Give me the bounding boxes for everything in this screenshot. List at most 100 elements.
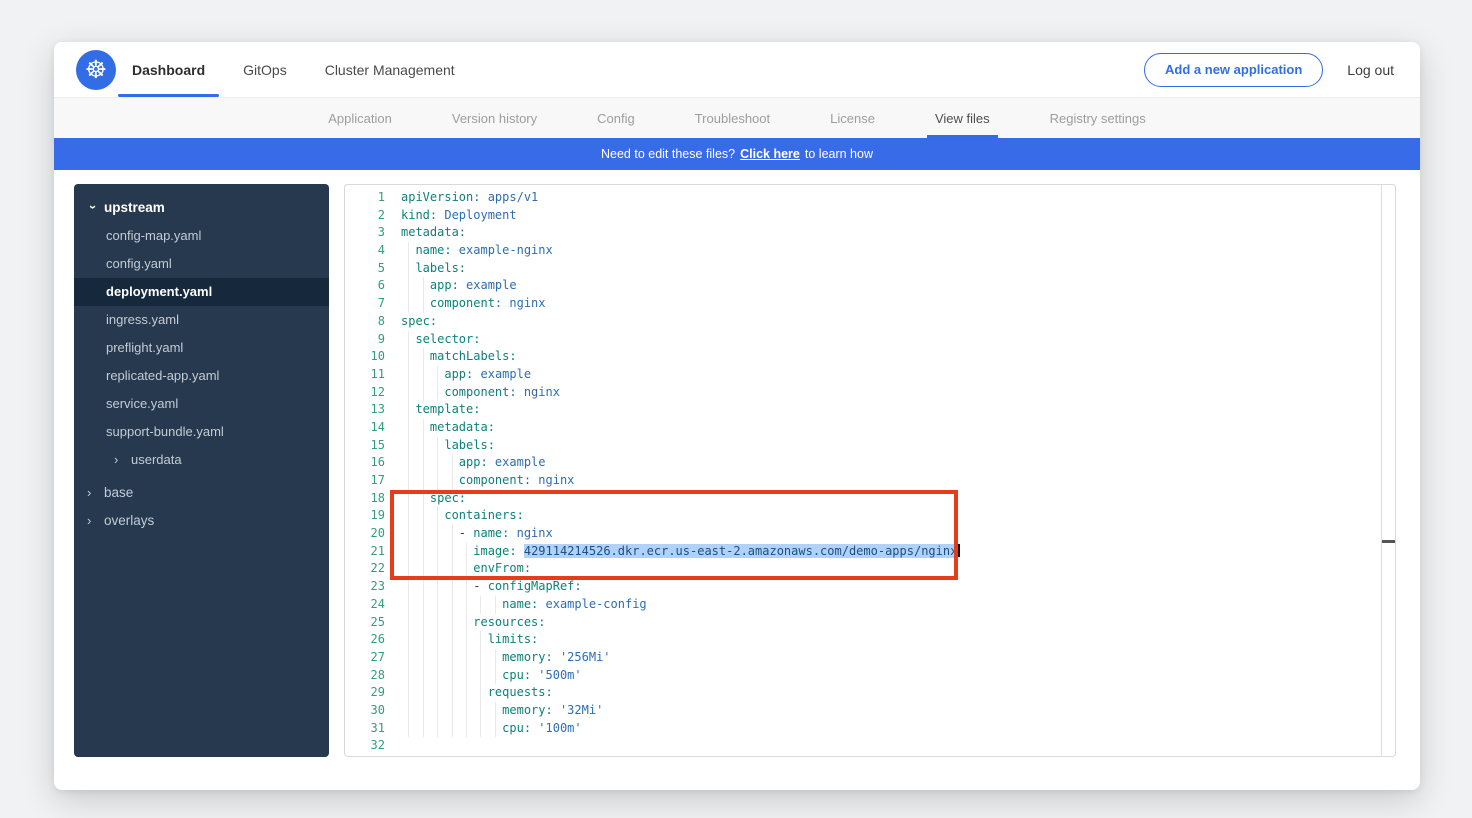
file-tree-item-deployment-yaml[interactable]: deployment.yaml	[74, 278, 329, 306]
add-application-button[interactable]: Add a new application	[1144, 53, 1323, 87]
indent-guide	[437, 366, 438, 384]
code-line[interactable]: 25 resources:	[345, 614, 1395, 632]
code-line[interactable]: 12 component: nginx	[345, 384, 1395, 402]
click-here-link[interactable]: Click here	[740, 147, 800, 161]
text-cursor	[958, 544, 960, 557]
tab-version-history[interactable]: Version history	[450, 98, 539, 138]
tab-license[interactable]: License	[828, 98, 877, 138]
code-line[interactable]: 30 memory: '32Mi'	[345, 702, 1395, 720]
code-line[interactable]: 14 metadata:	[345, 419, 1395, 437]
code-line[interactable]: 4 name: example-nginx	[345, 242, 1395, 260]
nav-item-gitops[interactable]: GitOps	[243, 42, 287, 97]
indent-guide	[466, 684, 467, 702]
code-line[interactable]: 23 - configMapRef:	[345, 578, 1395, 596]
indent-guide	[437, 384, 438, 402]
tab-registry-settings[interactable]: Registry settings	[1048, 98, 1148, 138]
code-line[interactable]: 9 selector:	[345, 331, 1395, 349]
indent-guide	[408, 560, 409, 578]
tab-view-files[interactable]: View files	[933, 98, 992, 138]
file-tree-item-label: support-bundle.yaml	[106, 424, 224, 439]
line-number: 20	[345, 525, 385, 543]
indent-guide	[408, 295, 409, 313]
indent-guide	[408, 702, 409, 720]
code-line[interactable]: 32	[345, 737, 1395, 755]
indent-guide	[423, 684, 424, 702]
file-tree-item-service-yaml[interactable]: service.yaml	[74, 390, 329, 418]
indent-guide	[408, 384, 409, 402]
indent-guide	[437, 702, 438, 720]
file-tree-item-ingress-yaml[interactable]: ingress.yaml	[74, 306, 329, 334]
indent-guide	[408, 667, 409, 685]
code-line[interactable]: 26 limits:	[345, 631, 1395, 649]
code-line[interactable]: 17 component: nginx	[345, 472, 1395, 490]
main-nav: Dashboard GitOps Cluster Management	[132, 42, 455, 97]
chevron-right-icon: ›	[87, 479, 97, 507]
code-line[interactable]: 28 cpu: '500m'	[345, 667, 1395, 685]
indent-guide	[437, 543, 438, 561]
file-tree-item-base[interactable]: ›base	[74, 479, 329, 507]
indent-guide	[452, 454, 453, 472]
indent-guide	[437, 720, 438, 738]
file-tree-item-overlays[interactable]: ›overlays	[74, 507, 329, 535]
line-number: 16	[345, 454, 385, 472]
indent-guide	[495, 667, 496, 685]
editor-scrollbar[interactable]	[1381, 185, 1395, 756]
nav-item-dashboard[interactable]: Dashboard	[132, 42, 205, 97]
code-line[interactable]: 27 memory: '256Mi'	[345, 649, 1395, 667]
indent-guide	[408, 614, 409, 632]
file-tree-item-userdata[interactable]: ›userdata	[74, 446, 329, 474]
indent-guide	[423, 596, 424, 614]
indent-guide	[466, 631, 467, 649]
code-line[interactable]: 18 spec:	[345, 490, 1395, 508]
code-line[interactable]: 21 image: 429114214526.dkr.ecr.us-east-2…	[345, 543, 1395, 561]
code-line[interactable]: 5 labels:	[345, 260, 1395, 278]
indent-guide	[408, 578, 409, 596]
file-tree-item-config-map-yaml[interactable]: config-map.yaml	[74, 222, 329, 250]
code-line[interactable]: 1apiVersion: apps/v1	[345, 189, 1395, 207]
indent-guide	[495, 720, 496, 738]
code-line[interactable]: 31 cpu: '100m'	[345, 720, 1395, 738]
file-tree-item-config-yaml[interactable]: config.yaml	[74, 250, 329, 278]
code-line[interactable]: 29 requests:	[345, 684, 1395, 702]
code-line[interactable]: 7 component: nginx	[345, 295, 1395, 313]
indent-guide	[452, 472, 453, 490]
line-number: 9	[345, 331, 385, 349]
code-line[interactable]: 6 app: example	[345, 277, 1395, 295]
tab-troubleshoot[interactable]: Troubleshoot	[693, 98, 772, 138]
logout-link[interactable]: Log out	[1347, 62, 1394, 78]
code-line[interactable]: 15 labels:	[345, 437, 1395, 455]
indent-guide	[452, 560, 453, 578]
line-number: 21	[345, 543, 385, 561]
file-tree-item-upstream[interactable]: ›upstream	[74, 194, 329, 222]
nav-item-cluster-management[interactable]: Cluster Management	[325, 42, 455, 97]
line-number: 13	[345, 401, 385, 419]
code-line[interactable]: 11 app: example	[345, 366, 1395, 384]
code-line[interactable]: 2kind: Deployment	[345, 207, 1395, 225]
indent-guide	[423, 348, 424, 366]
line-number: 6	[345, 277, 385, 295]
line-number: 11	[345, 366, 385, 384]
file-tree-item-support-bundle-yaml[interactable]: support-bundle.yaml	[74, 418, 329, 446]
tab-application[interactable]: Application	[326, 98, 394, 138]
indent-guide	[452, 614, 453, 632]
code-area[interactable]: 1apiVersion: apps/v12kind: Deployment3me…	[345, 185, 1395, 755]
code-line[interactable]: 24 name: example-config	[345, 596, 1395, 614]
code-line[interactable]: 8spec:	[345, 313, 1395, 331]
code-line[interactable]: 10 matchLabels:	[345, 348, 1395, 366]
indent-guide	[408, 720, 409, 738]
tab-config[interactable]: Config	[595, 98, 637, 138]
code-line[interactable]: 3metadata:	[345, 224, 1395, 242]
code-editor[interactable]: 1apiVersion: apps/v12kind: Deployment3me…	[344, 184, 1396, 757]
file-tree-item-replicated-app-yaml[interactable]: replicated-app.yaml	[74, 362, 329, 390]
indent-guide	[423, 720, 424, 738]
code-line[interactable]: 22 envFrom:	[345, 560, 1395, 578]
code-line[interactable]: 20 - name: nginx	[345, 525, 1395, 543]
code-line[interactable]: 16 app: example	[345, 454, 1395, 472]
line-number: 7	[345, 295, 385, 313]
code-line[interactable]: 19 containers:	[345, 507, 1395, 525]
indent-guide	[466, 720, 467, 738]
file-tree-item-preflight-yaml[interactable]: preflight.yaml	[74, 334, 329, 362]
code-line[interactable]: 13 template:	[345, 401, 1395, 419]
indent-guide	[495, 649, 496, 667]
indent-guide	[423, 560, 424, 578]
